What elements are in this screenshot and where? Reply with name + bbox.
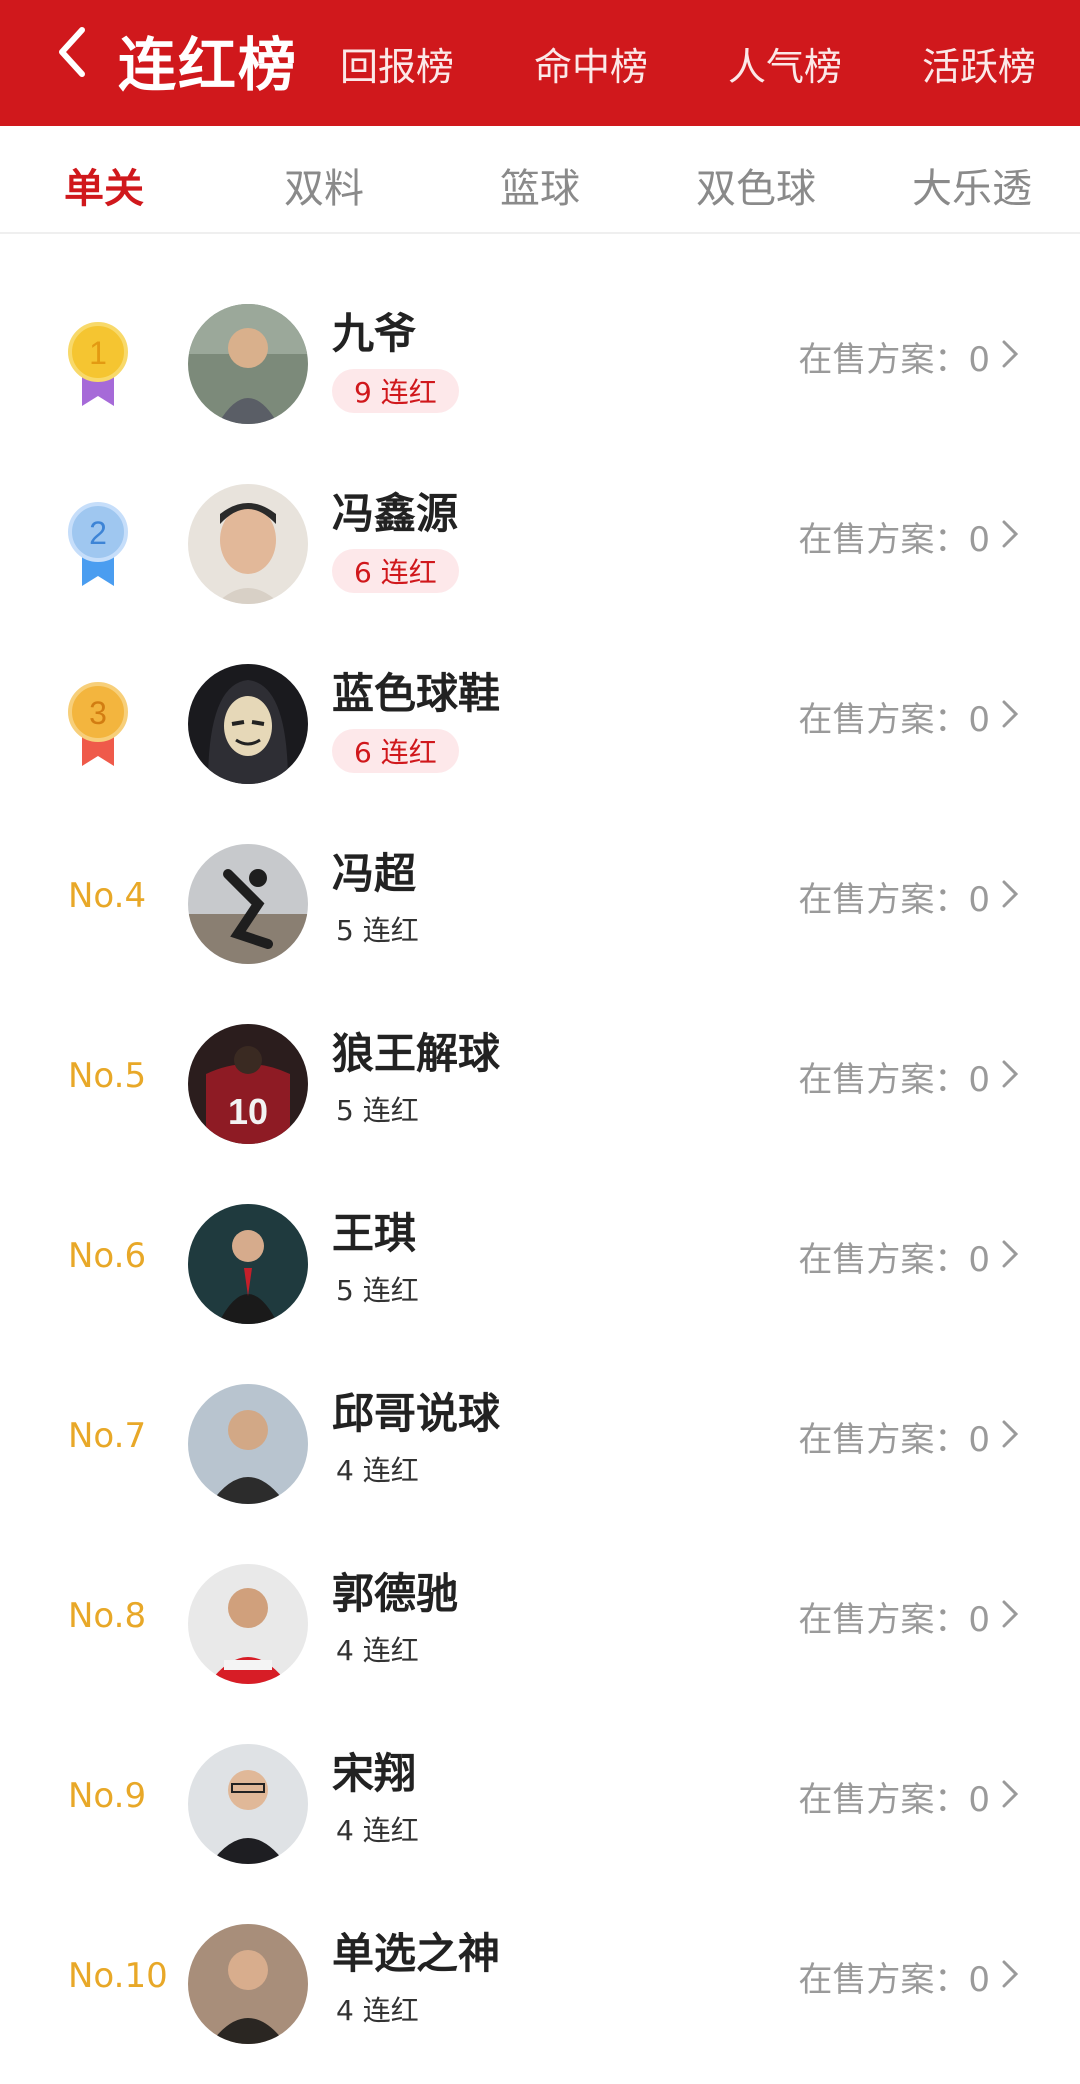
- bronze-medal-icon: 3: [68, 682, 128, 766]
- streak-label: 5 连红: [336, 1274, 419, 1307]
- tab-active[interactable]: 活跃榜: [922, 36, 1036, 91]
- user-name: 蓝色球鞋: [332, 669, 501, 718]
- rank-label: No.7: [68, 1416, 147, 1456]
- chevron-right-icon: [1002, 880, 1019, 908]
- list-item[interactable]: No.9 宋翔 4 连红 在售方案：0: [0, 1714, 1080, 1894]
- on-sale-count: 在售方案：0: [798, 1780, 990, 1820]
- tab-popularity[interactable]: 人气榜: [728, 36, 842, 91]
- streak-label: 4 连红: [336, 1994, 419, 2027]
- user-name: 邱哥说球: [332, 1389, 501, 1438]
- subtab-super-lotto[interactable]: 大乐透: [912, 156, 1032, 214]
- list-item[interactable]: No.6 王琪 5 连红 在售方案：0: [0, 1174, 1080, 1354]
- avatar: [188, 1924, 308, 2044]
- streak-badge: 6 连红: [332, 549, 459, 593]
- user-name: 狼王解球: [332, 1029, 501, 1078]
- list-item[interactable]: No.8 郭德驰 4 连红 在售方案：0: [0, 1534, 1080, 1714]
- chevron-right-icon: [1002, 1060, 1019, 1088]
- chevron-right-icon: [1002, 1420, 1019, 1448]
- list-item[interactable]: 1 九爷 9 连红 在售方案：0: [0, 274, 1080, 454]
- avatar: [188, 304, 308, 424]
- chevron-left-icon: [59, 27, 85, 77]
- streak-label: 4 连红: [336, 1814, 419, 1847]
- user-name: 冯超: [332, 849, 417, 898]
- avatar: 10: [188, 1024, 308, 1144]
- tab-hit-rate[interactable]: 命中榜: [534, 36, 648, 91]
- list-item[interactable]: No.7 邱哥说球 4 连红 在售方案：0: [0, 1354, 1080, 1534]
- tab-returns[interactable]: 回报榜: [340, 36, 454, 91]
- page-title: 连红榜: [118, 31, 299, 99]
- on-sale-count: 在售方案：0: [798, 1420, 990, 1460]
- subtab-double[interactable]: 双料: [284, 156, 364, 214]
- chevron-right-icon: [1002, 1600, 1019, 1628]
- list-item[interactable]: No.5 10 狼王解球 5 连红 在售方案：0: [0, 994, 1080, 1174]
- avatar: [188, 844, 308, 964]
- user-name: 宋翔: [332, 1749, 417, 1798]
- on-sale-count: 在售方案：0: [798, 520, 990, 560]
- streak-label: 4 连红: [336, 1634, 419, 1667]
- subtab-basketball[interactable]: 篮球: [500, 156, 580, 214]
- chevron-right-icon: [1002, 340, 1019, 368]
- on-sale-count: 在售方案：0: [798, 1060, 990, 1100]
- on-sale-count: 在售方案：0: [798, 1240, 990, 1280]
- silver-medal-icon: 2: [68, 502, 128, 586]
- rank-label: No.5: [68, 1056, 147, 1096]
- rank-label: No.6: [68, 1236, 147, 1276]
- chevron-right-icon: [1002, 1780, 1019, 1808]
- chevron-right-icon: [1002, 1960, 1019, 1988]
- on-sale-count: 在售方案：0: [798, 1600, 990, 1640]
- streak-badge: 6 连红: [332, 729, 459, 773]
- rank-label: No.10: [68, 1956, 168, 1996]
- svg-text:2: 2: [89, 515, 107, 551]
- rank-label: No.9: [68, 1776, 147, 1816]
- avatar: [188, 1564, 308, 1684]
- streak-label: 4 连红: [336, 1454, 419, 1487]
- back-button[interactable]: [44, 24, 100, 80]
- on-sale-count: 在售方案：0: [798, 340, 990, 380]
- sub-tab-bar: 单关 双料 篮球 双色球 大乐透: [0, 126, 1080, 234]
- avatar: [188, 1384, 308, 1504]
- on-sale-count: 在售方案：0: [798, 880, 990, 920]
- svg-text:3: 3: [89, 695, 107, 731]
- list-item[interactable]: 3 蓝色球鞋 6 连红 在售方案：0: [0, 634, 1080, 814]
- on-sale-count: 在售方案：0: [798, 700, 990, 740]
- streak-label: 5 连红: [336, 914, 419, 947]
- top-bar: 连红榜 回报榜 命中榜 人气榜 活跃榜: [0, 0, 1080, 126]
- user-name: 冯鑫源: [332, 489, 459, 538]
- avatar: [188, 664, 308, 784]
- avatar: [188, 1744, 308, 1864]
- chevron-right-icon: [1002, 700, 1019, 728]
- list-item[interactable]: No.4 冯超 5 连红 在售方案：0: [0, 814, 1080, 994]
- streak-badge: 9 连红: [332, 369, 459, 413]
- on-sale-count: 在售方案：0: [798, 1960, 990, 2000]
- svg-text:1: 1: [89, 335, 107, 371]
- user-name: 郭德驰: [332, 1569, 459, 1618]
- user-name: 单选之神: [332, 1929, 501, 1978]
- chevron-right-icon: [1002, 1240, 1019, 1268]
- svg-text:10: 10: [228, 1091, 268, 1132]
- subtab-double-color-ball[interactable]: 双色球: [696, 156, 816, 214]
- subtab-single[interactable]: 单关: [64, 156, 144, 214]
- streak-label: 5 连红: [336, 1094, 419, 1127]
- rank-label: No.8: [68, 1596, 147, 1636]
- user-name: 九爷: [332, 309, 417, 358]
- list-item[interactable]: 2 冯鑫源 6 连红 在售方案：0: [0, 454, 1080, 634]
- avatar: [188, 484, 308, 604]
- user-name: 王琪: [332, 1209, 417, 1258]
- avatar: [188, 1204, 308, 1324]
- chevron-right-icon: [1002, 520, 1019, 548]
- list-item[interactable]: No.10 单选之神 4 连红 在售方案：0: [0, 1894, 1080, 2074]
- rank-label: No.4: [68, 876, 147, 916]
- gold-medal-icon: 1: [68, 322, 128, 406]
